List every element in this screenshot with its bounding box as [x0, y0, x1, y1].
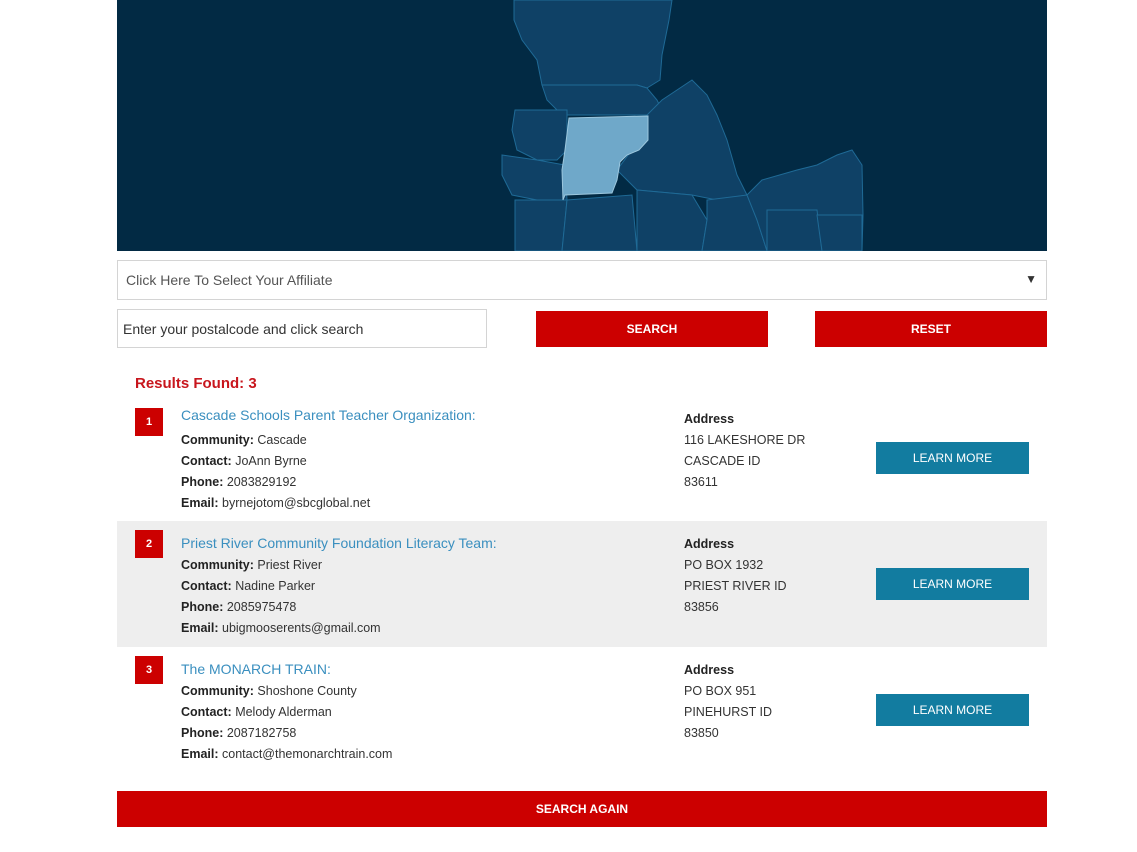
contact-value: JoAnn Byrne [235, 454, 307, 468]
phone-label: Phone: [181, 475, 224, 489]
county-east-3[interactable] [816, 214, 863, 251]
address-line2: PINEHURST ID [684, 705, 772, 719]
contact-value: Nadine Parker [235, 579, 316, 593]
county-southwest-2[interactable] [561, 194, 638, 251]
email-label: Email: [181, 496, 219, 510]
result-org-name-link[interactable]: Cascade Schools Parent Teacher Organizat… [181, 407, 476, 423]
address-heading: Address [684, 412, 735, 426]
address-line3: 83856 [684, 600, 719, 614]
result-community: Community: Priest River [181, 558, 322, 572]
affiliate-select-placeholder: Click Here To Select Your Affiliate [126, 272, 333, 288]
email-value: ubigmooserents@gmail.com [222, 621, 381, 635]
address-line3: 83850 [684, 726, 719, 740]
learn-more-button[interactable]: LEARN MORE [876, 568, 1029, 600]
county-east-2[interactable] [766, 209, 823, 251]
phone-label: Phone: [181, 726, 224, 740]
result-community: Community: Cascade [181, 433, 307, 447]
community-value: Cascade [257, 433, 307, 447]
county-southwest-1[interactable] [514, 199, 568, 251]
community-label: Community: [181, 558, 254, 572]
result-phone: Phone: 2083829192 [181, 475, 296, 489]
result-contact: Contact: Nadine Parker [181, 579, 315, 593]
result-number-badge: 3 [135, 656, 163, 684]
email-value: byrnejotom@sbcglobal.net [222, 496, 371, 510]
result-number-badge: 1 [135, 408, 163, 436]
email-label: Email: [181, 747, 219, 761]
address-heading: Address [684, 663, 735, 677]
idaho-county-map[interactable] [117, 0, 1047, 251]
community-label: Community: [181, 684, 254, 698]
postalcode-input[interactable] [117, 309, 487, 348]
email-value: contact@themonarchtrain.com [222, 747, 393, 761]
address-line3: 83611 [684, 475, 718, 489]
address-line2: PRIEST RIVER ID [684, 579, 787, 593]
result-phone: Phone: 2085975478 [181, 600, 296, 614]
result-org-name-link[interactable]: Priest River Community Foundation Litera… [181, 535, 497, 551]
county-map-svg[interactable] [117, 0, 1047, 251]
contact-label: Contact: [181, 454, 232, 468]
result-community: Community: Shoshone County [181, 684, 357, 698]
result-number-badge: 2 [135, 530, 163, 558]
email-label: Email: [181, 621, 219, 635]
result-contact: Contact: JoAnn Byrne [181, 454, 307, 468]
result-org-name-link[interactable]: The MONARCH TRAIN: [181, 661, 331, 677]
result-email: Email: contact@themonarchtrain.com [181, 747, 392, 761]
address-line1: PO BOX 951 [684, 684, 757, 698]
chevron-down-icon: ▼ [1025, 272, 1037, 286]
phone-label: Phone: [181, 600, 224, 614]
address-line1: PO BOX 1932 [684, 558, 764, 572]
address-line1: 116 LAKESHORE DR [684, 433, 806, 447]
community-value: Priest River [257, 558, 322, 572]
address-line2: CASCADE ID [684, 454, 761, 468]
result-item: 2 Priest River Community Foundation Lite… [117, 521, 1047, 647]
contact-label: Contact: [181, 705, 232, 719]
learn-more-button[interactable]: LEARN MORE [876, 442, 1029, 474]
search-button[interactable]: SEARCH [536, 311, 768, 347]
result-item: 1 Cascade Schools Parent Teacher Organiz… [117, 398, 1047, 524]
phone-value: 2087182758 [226, 726, 297, 740]
search-again-button[interactable]: SEARCH AGAIN [117, 791, 1047, 827]
result-item: 3 The MONARCH TRAIN: Community: Shoshone… [117, 647, 1047, 773]
address-heading: Address [684, 537, 735, 551]
reset-button[interactable]: RESET [815, 311, 1047, 347]
result-email: Email: byrnejotom@sbcglobal.net [181, 496, 370, 510]
contact-label: Contact: [181, 579, 232, 593]
learn-more-button[interactable]: LEARN MORE [876, 694, 1029, 726]
phone-value: 2085975478 [226, 600, 297, 614]
community-label: Community: [181, 433, 254, 447]
affiliate-select[interactable]: Click Here To Select Your Affiliate ▼ [117, 260, 1047, 300]
result-email: Email: ubigmooserents@gmail.com [181, 621, 381, 635]
result-phone: Phone: 2087182758 [181, 726, 296, 740]
results-found-label: Results Found: 3 [135, 375, 257, 392]
phone-value: 2083829192 [226, 475, 297, 489]
community-value: Shoshone County [257, 684, 357, 698]
result-contact: Contact: Melody Alderman [181, 705, 332, 719]
contact-value: Melody Alderman [235, 705, 332, 719]
